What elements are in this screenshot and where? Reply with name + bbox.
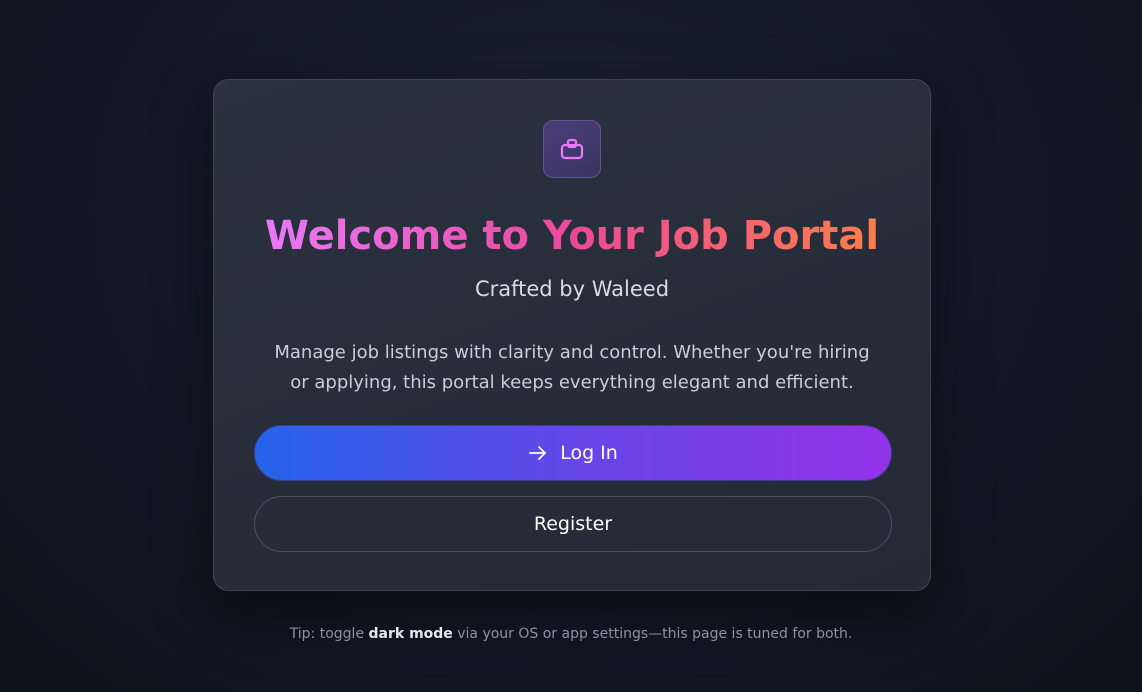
login-button[interactable]: Log In: [254, 425, 892, 481]
tip-prefix: Tip: toggle: [289, 626, 369, 642]
tip-highlight: dark mode: [368, 626, 453, 642]
tip-suffix: via your OS or app settings—this page is…: [452, 626, 853, 642]
footer-tip: Tip: toggle dark mode via your OS or app…: [0, 624, 1142, 644]
briefcase-icon: [560, 138, 584, 160]
welcome-card: Welcome to Your Job Portal Crafted by Wa…: [213, 79, 931, 591]
register-button-label: Register: [533, 513, 613, 535]
page-subtitle: Crafted by Waleed: [474, 277, 670, 301]
arrow-right-icon: [528, 443, 548, 463]
login-button-label: Log In: [560, 442, 618, 464]
register-button[interactable]: Register: [254, 496, 892, 552]
page-title: Welcome to Your Job Portal: [264, 213, 880, 259]
logo-badge: [543, 120, 601, 178]
page-description: Manage job listings with clarity and con…: [274, 342, 870, 393]
